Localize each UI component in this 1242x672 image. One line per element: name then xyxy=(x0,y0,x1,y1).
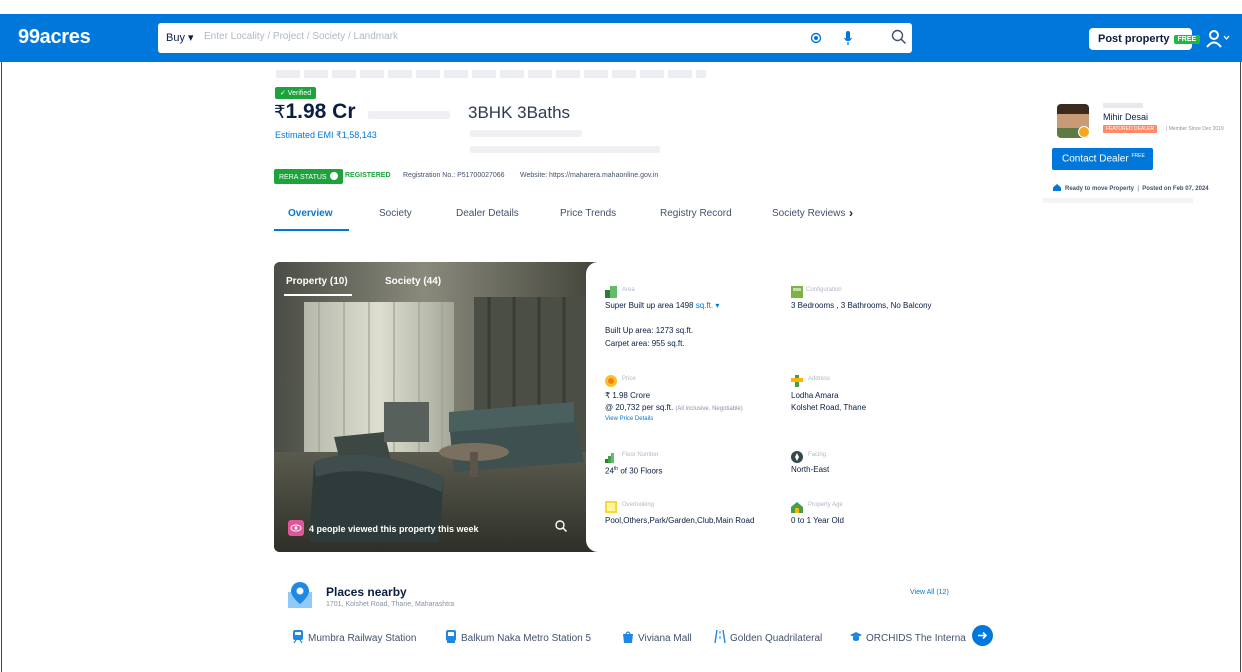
configuration-label: Configuration xyxy=(806,287,842,293)
shopping-bag-icon xyxy=(623,631,633,643)
buy-dropdown[interactable]: Buy ▾ xyxy=(166,31,194,44)
frame-left xyxy=(1,14,2,672)
free-tag: FREE xyxy=(1173,35,1201,44)
floor-value: 24th of 30 Floors xyxy=(605,466,663,476)
microphone-icon[interactable] xyxy=(843,30,853,46)
active-tab-underline xyxy=(274,229,349,231)
location-icon[interactable] xyxy=(810,32,822,44)
dealer-badge-icon xyxy=(1078,126,1090,138)
registration-number: Registration No.: P51700027066 xyxy=(403,172,505,179)
breadcrumb xyxy=(276,70,706,78)
dealer-name[interactable]: Mihir Desai xyxy=(1103,112,1148,122)
price-value: ₹ 1.98 Crore xyxy=(605,391,651,400)
search-icon[interactable] xyxy=(890,28,908,46)
listing-title: 3BHK 3Baths xyxy=(468,103,571,122)
verified-badge: ✓ Verified xyxy=(275,87,317,99)
area-label: Area xyxy=(622,287,635,293)
tab-society[interactable]: Society xyxy=(379,208,412,219)
carpet-area: Carpet area: 955 sq.ft. xyxy=(605,339,685,348)
tab-registry-record[interactable]: Registry Record xyxy=(660,208,732,219)
built-up-area: Built Up area: 1273 sq.ft. xyxy=(605,326,694,335)
places-nearby-address: 1701, Kolshet Road, Thane, Maharashtra xyxy=(326,601,455,608)
member-since: | Member Since Dec 2019 xyxy=(1166,126,1224,132)
arrow-right-icon xyxy=(978,631,988,640)
overlooking-icon xyxy=(605,501,617,513)
property-status-line: Ready to move Property | Posted on Feb 0… xyxy=(1053,184,1209,192)
facing-label: Facing xyxy=(808,452,827,458)
user-icon[interactable] xyxy=(1206,28,1230,48)
address-line2: Kolshet Road, Thane xyxy=(791,403,867,412)
places-nearby-title: Places nearby xyxy=(326,585,407,599)
dealer-label-blur xyxy=(1103,103,1143,108)
gallery-tab-property[interactable]: Property (10) xyxy=(286,276,348,287)
search-bar[interactable]: Buy ▾ Enter Locality / Project / Society… xyxy=(158,23,912,53)
tabs-next-arrow[interactable]: › xyxy=(849,206,853,220)
configuration-icon xyxy=(791,286,803,298)
estimated-emi-link[interactable]: Estimated EMI ₹1,58,143 xyxy=(275,130,377,141)
gallery-tabs: Property (10) Society (44) xyxy=(274,262,608,296)
place-chip-school[interactable]: ORCHIDS The Interna xyxy=(850,630,966,644)
address-line1: Lodha Amara xyxy=(791,391,839,400)
featured-dealer-badge: FEATURED DEALER xyxy=(1103,125,1157,133)
top-navbar: 99acres Buy ▾ Enter Locality / Project /… xyxy=(0,14,1242,62)
photo-gallery[interactable]: Property (10) Society (44) 4 people view… xyxy=(274,262,608,552)
overlooking-label: Overlooking xyxy=(622,502,655,508)
price-label: Price xyxy=(622,376,636,382)
configuration-value: 3 Bedrooms , 3 Bathrooms, No Balcony xyxy=(791,301,932,310)
views-notice: 4 people viewed this property this week xyxy=(288,520,479,536)
zoom-icon[interactable] xyxy=(554,519,568,533)
post-property-label: Post property xyxy=(1098,33,1170,45)
frame-right xyxy=(1240,14,1241,672)
facing-value: North-East xyxy=(791,465,830,474)
address-icon xyxy=(791,375,803,387)
listing-price: ₹1.98 Cr xyxy=(274,100,356,123)
train-icon xyxy=(293,630,303,643)
listing-subtitle-blur xyxy=(470,130,582,137)
price-sub-blur xyxy=(368,111,450,119)
rera-website[interactable]: Website: https://maharera.mahaonline.gov… xyxy=(520,172,658,179)
area-icon xyxy=(605,286,617,298)
graduation-cap-icon xyxy=(850,632,862,641)
view-price-details-link[interactable]: View Price Details xyxy=(605,414,653,425)
unit-selector[interactable]: sq.ft. ▾ xyxy=(696,301,720,310)
contact-dealer-button[interactable]: Contact Dealer FREE xyxy=(1052,148,1153,170)
site-logo[interactable]: 99acres xyxy=(18,26,91,49)
tab-dealer-details[interactable]: Dealer Details xyxy=(456,208,519,219)
property-age-icon xyxy=(791,502,803,513)
gallery-tab-society[interactable]: Society (44) xyxy=(385,276,441,287)
price-icon xyxy=(605,375,617,387)
gallery-tab-underline xyxy=(284,294,352,296)
eye-icon xyxy=(288,520,304,536)
status-blur xyxy=(1043,198,1193,203)
place-chip-highway[interactable]: Golden Quadrilateral xyxy=(714,630,822,644)
super-built-area: Super Built up area 1498 sq.ft. ▾ xyxy=(605,301,720,310)
compass-icon xyxy=(791,451,803,463)
info-icon[interactable] xyxy=(329,172,338,180)
search-input[interactable]: Enter Locality / Project / Society / Lan… xyxy=(204,31,398,42)
tab-society-reviews[interactable]: Society Reviews xyxy=(772,208,845,219)
post-property-button[interactable]: Post property FREE xyxy=(1089,28,1201,50)
place-chip-railway[interactable]: Mumbra Railway Station xyxy=(292,630,416,644)
tab-overview[interactable]: Overview xyxy=(288,208,332,219)
living-room-photo[interactable] xyxy=(274,262,608,552)
section-tabs: Overview Society Dealer Details Price Tr… xyxy=(274,198,874,232)
address-label: Address xyxy=(808,376,831,382)
view-all-places-link[interactable]: View All (12) xyxy=(910,589,949,596)
floor-icon xyxy=(605,453,614,463)
tab-price-trends[interactable]: Price Trends xyxy=(560,208,616,219)
metro-icon xyxy=(446,630,456,643)
places-next-button[interactable] xyxy=(972,625,993,646)
rera-status-badge: RERA STATUS xyxy=(274,169,343,184)
floor-label: Floor Number xyxy=(622,452,659,458)
map-pin-icon xyxy=(288,582,312,608)
place-chip-mall[interactable]: Viviana Mall xyxy=(622,630,692,644)
place-chip-metro[interactable]: Balkum Naka Metro Station 5 xyxy=(445,630,591,644)
rera-registered: REGISTERED xyxy=(345,172,391,179)
road-icon xyxy=(714,630,726,643)
listing-location-blur xyxy=(470,146,660,153)
property-age-label: Property Age xyxy=(808,502,843,508)
home-icon xyxy=(1053,184,1061,191)
overlooking-value: Pool,Others,Park/Garden,Club,Main Road xyxy=(605,516,755,525)
property-age-value: 0 to 1 Year Old xyxy=(791,516,844,525)
